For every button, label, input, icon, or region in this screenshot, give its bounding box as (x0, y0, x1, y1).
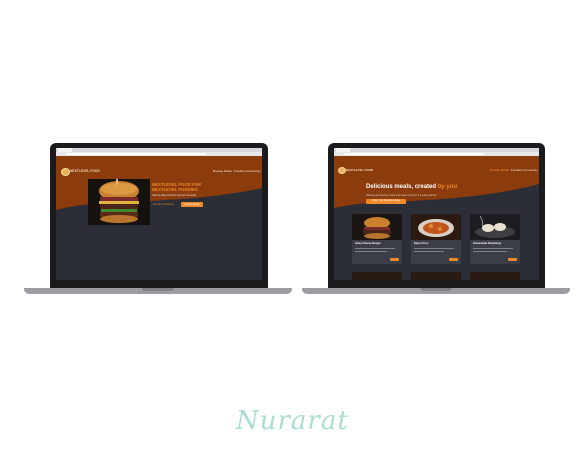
page-heading: Delicious meals, created by you (366, 184, 457, 190)
header-swoosh (56, 156, 262, 210)
burger-image (88, 179, 150, 225)
hero-subtext: Taste & share food from all over the wor… (152, 194, 197, 197)
page-heading-main: Delicious meals, created (366, 184, 438, 190)
join-community-link[interactable]: Join the Community (153, 203, 174, 206)
nav-browse-meals[interactable]: Browse Meals (213, 169, 232, 173)
meal-card[interactable]: Spicy Curry (411, 214, 461, 264)
address-bar[interactable] (344, 152, 484, 155)
view-details-button[interactable] (390, 258, 399, 261)
browser-tabs (56, 148, 262, 152)
view-details-button[interactable] (508, 258, 517, 261)
left-laptop-notch (142, 288, 174, 291)
logo-icon[interactable] (61, 168, 70, 176)
nav-foodies-community[interactable]: Foodies Community (234, 169, 261, 173)
meal-description (414, 251, 444, 252)
svg-text:Nurarat: Nurarat (235, 406, 349, 436)
nav-browse-meals[interactable]: Browse Meals (490, 168, 509, 172)
meal-image (470, 214, 520, 240)
meal-card[interactable]: Homemade Dumplings (470, 214, 520, 264)
browser-tabs (334, 148, 539, 152)
meal-description (473, 248, 513, 249)
signature-watermark: Nurarat (235, 406, 349, 436)
page-heading-accent: by you (437, 184, 458, 190)
brand-name[interactable]: NEXTLEVEL FOOD (346, 168, 373, 172)
meal-card[interactable]: Juicy Cheese Burger (352, 214, 402, 264)
meal-description (355, 248, 395, 249)
meal-description (414, 248, 454, 249)
meal-title: Juicy Cheese Burger (355, 242, 381, 245)
address-bar[interactable] (66, 152, 206, 155)
logo-icon[interactable] (338, 167, 346, 174)
left-laptop-screen: NEXTLEVEL FOOD Browse Meals Foodies Comm… (56, 148, 262, 280)
view-details-button[interactable] (449, 258, 458, 261)
browser-tab[interactable] (336, 148, 350, 152)
meal-card[interactable] (470, 272, 520, 280)
meal-title: Homemade Dumplings (473, 242, 502, 245)
meal-description (473, 251, 507, 252)
page-subtext: Choose your favorite recipe and cook it … (366, 194, 437, 197)
explore-meals-button[interactable]: Explore Meals (181, 201, 203, 207)
hero-headline-line2: NEXTLEVEL FOODIES (152, 187, 198, 192)
meal-image (411, 214, 461, 240)
brand-name[interactable]: NEXTLEVEL FOOD (70, 169, 100, 173)
meal-title: Spicy Curry (414, 242, 429, 245)
browser-tab[interactable] (58, 148, 72, 152)
meal-card[interactable] (352, 272, 402, 280)
nav-foodies-community[interactable]: Foodies Community (511, 168, 538, 172)
share-recipe-button[interactable]: Share Your Favorite Recipe (366, 199, 406, 204)
meal-description (355, 251, 387, 252)
meal-card[interactable] (411, 272, 461, 280)
right-laptop-screen: NEXTLEVEL FOOD Browse Meals Foodies Comm… (334, 148, 539, 280)
meal-image (352, 214, 402, 240)
right-laptop-notch (420, 288, 452, 291)
